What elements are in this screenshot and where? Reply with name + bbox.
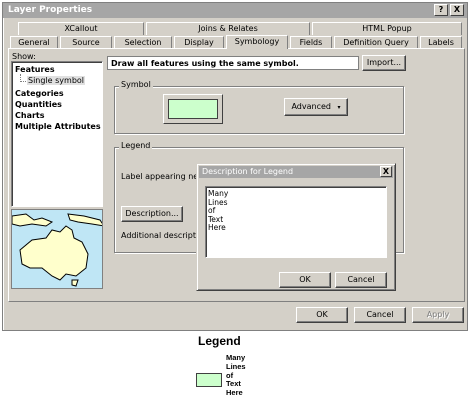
dialog-cancel-button[interactable]: Cancel xyxy=(335,272,387,288)
tab-html-popup[interactable]: HTML Popup xyxy=(312,22,462,35)
tree-item-multiple-attributes[interactable]: Multiple Attributes xyxy=(15,122,101,131)
symbol-button[interactable] xyxy=(163,94,223,124)
symbology-heading: Draw all features using the same symbol. xyxy=(111,59,299,68)
cancel-button[interactable]: Cancel xyxy=(354,307,406,323)
dialog-close-button[interactable]: X xyxy=(380,166,392,177)
help-button[interactable]: ? xyxy=(434,4,448,16)
ok-button[interactable]: OK xyxy=(296,307,348,323)
symbol-swatch xyxy=(168,99,218,119)
advanced-label: Advanced xyxy=(291,102,331,111)
show-tree[interactable]: Features Single symbol Categories Quanti… xyxy=(11,61,103,207)
show-label: Show: xyxy=(12,52,36,61)
legend-title: Legend xyxy=(198,334,241,348)
heading-box: Draw all features using the same symbol. xyxy=(107,56,359,70)
advanced-button[interactable]: Advanced ▾ xyxy=(284,98,348,116)
apply-button[interactable]: Apply xyxy=(412,307,464,323)
desc-line: Here xyxy=(208,223,226,232)
legend-swatch xyxy=(196,373,222,387)
import-button[interactable]: Import... xyxy=(362,55,406,71)
description-button[interactable]: Description... xyxy=(121,206,183,222)
tree-item-charts[interactable]: Charts xyxy=(15,111,45,120)
tab-symbology[interactable]: Symbology xyxy=(226,35,288,49)
tab-xcallout[interactable]: XCallout xyxy=(18,22,144,35)
tab-joins-relates[interactable]: Joins & Relates xyxy=(146,22,310,35)
close-button[interactable]: X xyxy=(450,4,464,16)
dialog-title-bar[interactable]: Description for Legend X xyxy=(199,166,393,178)
tree-item-single-symbol[interactable]: Single symbol xyxy=(27,76,86,85)
symbol-group xyxy=(114,86,404,134)
dialog-ok-button[interactable]: OK xyxy=(279,272,331,288)
tree-item-quantities[interactable]: Quantities xyxy=(15,100,62,109)
description-dialog: Description for Legend X Many Lines of T… xyxy=(196,163,396,291)
dropdown-arrow-icon: ▾ xyxy=(337,104,341,111)
legend-description: Many Lines of Text Here xyxy=(226,353,246,398)
tree-connector-h xyxy=(20,81,26,82)
window-title: Layer Properties xyxy=(8,5,93,15)
title-bar[interactable]: Layer Properties ? X xyxy=(3,3,467,18)
symbol-group-label: Symbol xyxy=(119,80,153,89)
australia-map-icon xyxy=(12,213,102,287)
description-textarea[interactable]: Many Lines of Text Here xyxy=(205,186,387,258)
legend-line: Here xyxy=(226,388,243,398)
legend-group-label: Legend xyxy=(119,141,153,150)
tree-item-features[interactable]: Features xyxy=(15,65,55,74)
dialog-title: Description for Legend xyxy=(202,167,294,176)
map-preview xyxy=(11,209,103,289)
tree-item-categories[interactable]: Categories xyxy=(15,89,64,98)
